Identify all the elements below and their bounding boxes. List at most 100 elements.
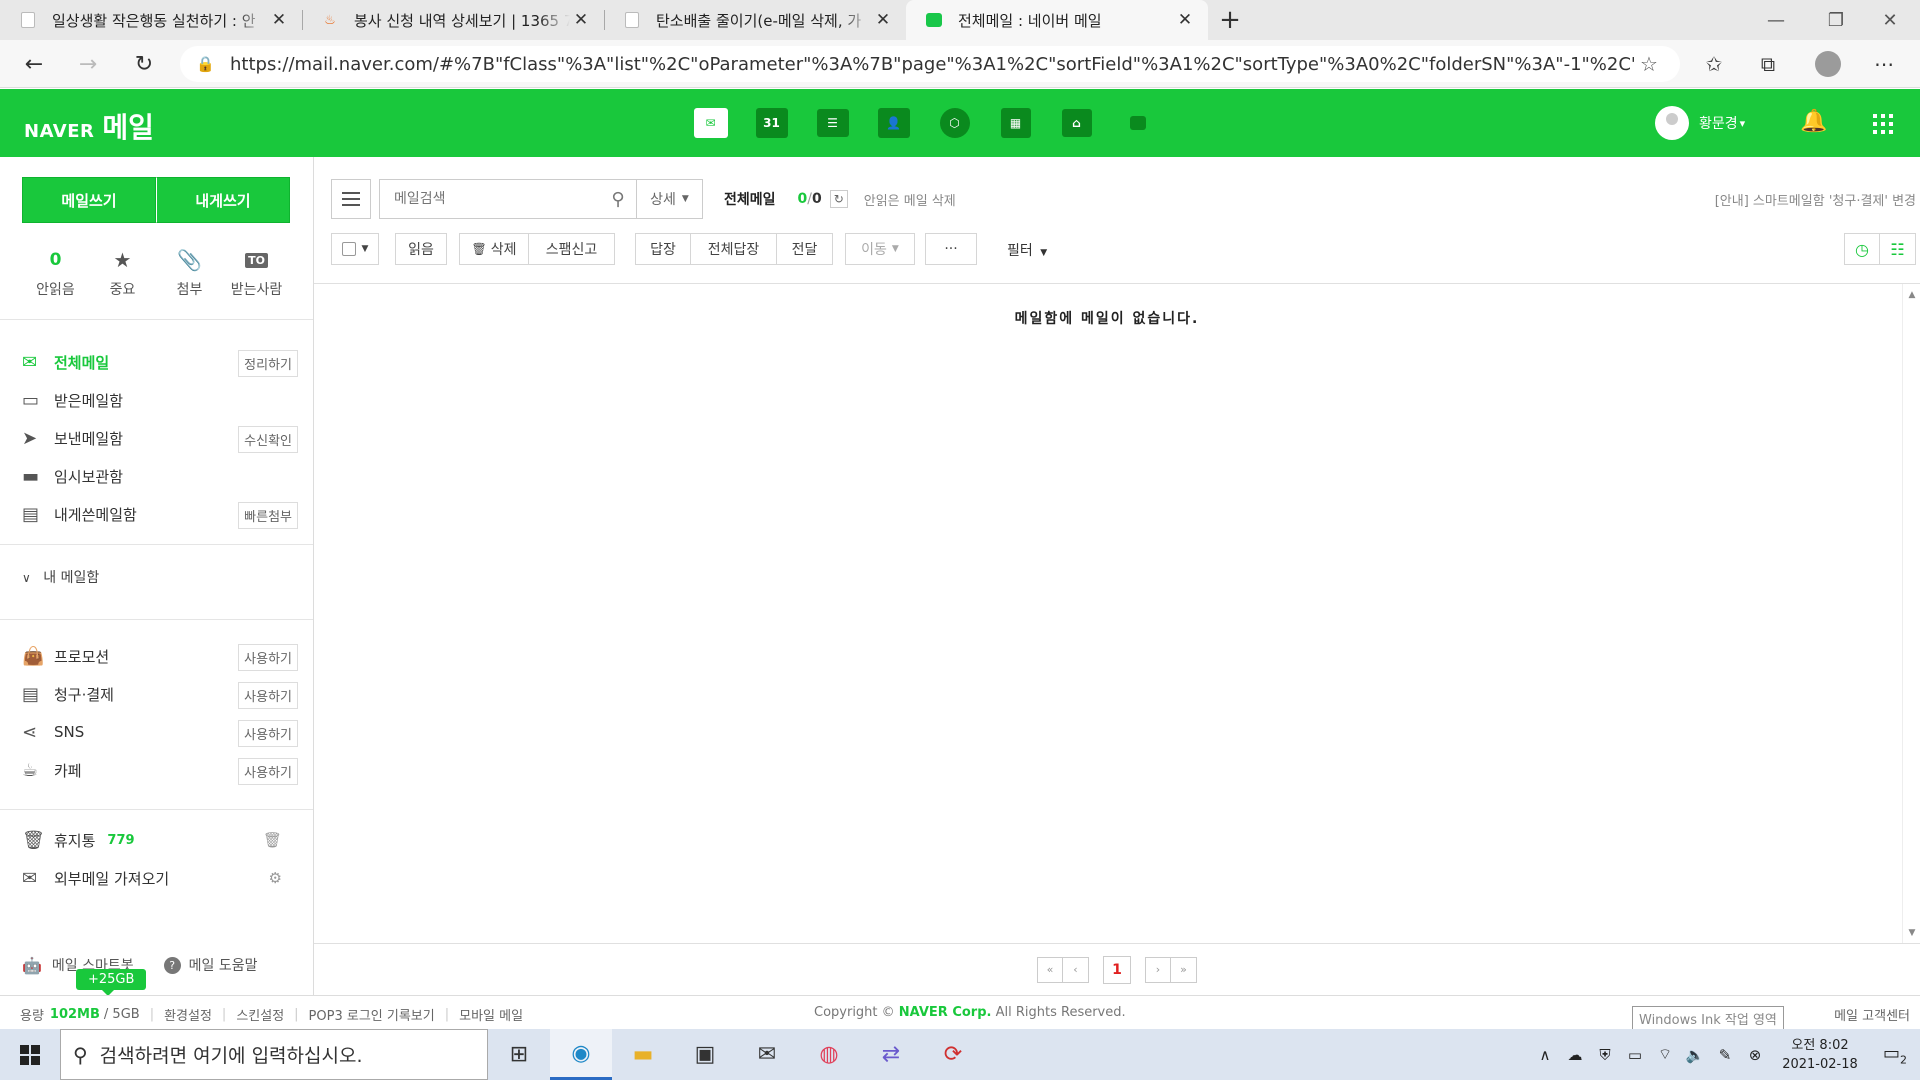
more-app-icon[interactable] xyxy=(1107,103,1168,143)
quick-important[interactable]: ★ 중요 xyxy=(89,247,156,299)
next-page-icon[interactable]: › xyxy=(1145,956,1171,983)
list-app-icon[interactable]: ☰ xyxy=(802,103,863,143)
folder-sns[interactable]: ⋖ SNS 사용하기 xyxy=(22,713,298,751)
browser-tab-4[interactable]: 전체메일 : 네이버 메일 ✕ xyxy=(906,0,1208,40)
mobile-link[interactable]: 모바일 메일 xyxy=(459,1005,523,1024)
folder-external[interactable]: ✉ 외부메일 가져오기 ⚙ xyxy=(22,859,298,897)
detail-search-button[interactable]: 상세 ▼ xyxy=(636,180,702,218)
folder-sent[interactable]: ➤ 보낸메일함 수신확인 xyxy=(22,419,298,457)
notice-link[interactable]: [안내] 스마트메일함 '청구·결제' 변경 xyxy=(1715,190,1916,209)
app-icon[interactable]: ◍ xyxy=(798,1029,860,1080)
delete-unread-link[interactable]: 안읽은 메일 삭제 xyxy=(864,190,956,209)
refresh-app-icon[interactable]: ⟳ xyxy=(922,1029,984,1080)
quick-unread[interactable]: 0 안읽음 xyxy=(22,247,89,299)
use-button[interactable]: 사용하기 xyxy=(238,682,298,709)
capacity-badge[interactable]: +25GB xyxy=(76,969,147,996)
close-icon[interactable]: ✕ xyxy=(268,10,290,30)
copyright-corp[interactable]: NAVER Corp. xyxy=(899,1005,992,1020)
mail-icon[interactable]: ✉ xyxy=(736,1029,798,1080)
folder-inbox[interactable]: ▭ 받은메일함 xyxy=(22,381,298,419)
store-icon[interactable]: ▣ xyxy=(674,1029,736,1080)
folder-cafe[interactable]: ☕ 카페 사용하기 xyxy=(22,751,298,789)
clock-icon[interactable]: ◷ xyxy=(1844,233,1880,265)
quick-recipient[interactable]: TO 받는사람 xyxy=(223,247,290,299)
minimize-icon[interactable]: — xyxy=(1746,0,1806,40)
more-actions-button[interactable]: ··· xyxy=(925,233,977,265)
favorites-icon[interactable]: ✩ xyxy=(1692,40,1736,88)
sync-app-icon[interactable]: ⇄ xyxy=(860,1029,922,1080)
user-menu[interactable]: 황문경 ▾ xyxy=(1655,106,1745,140)
works-app-icon[interactable]: ⌂ xyxy=(1046,103,1107,143)
last-page-icon[interactable]: » xyxy=(1171,956,1197,983)
use-button[interactable]: 사용하기 xyxy=(238,720,298,747)
my-mailbox-toggle[interactable]: ∨ 내 메일함 xyxy=(22,567,99,587)
filter-dropdown[interactable]: 필터 ▼ xyxy=(1007,240,1047,260)
reload-icon[interactable]: ↻ xyxy=(122,40,166,88)
folder-all-mail[interactable]: ✉ 전체메일 정리하기 xyxy=(22,343,298,381)
battery-icon[interactable]: ▭ xyxy=(1620,1046,1650,1064)
empty-trash-icon[interactable]: 🗑 xyxy=(263,831,282,849)
prev-page-icon[interactable]: ‹ xyxy=(1063,956,1089,983)
task-view-icon[interactable]: ⊞ xyxy=(488,1029,550,1080)
forward-arrow-icon[interactable]: → xyxy=(66,40,110,88)
organize-button[interactable]: 정리하기 xyxy=(238,350,298,377)
back-arrow-icon[interactable]: ← xyxy=(12,40,56,88)
folder-trash[interactable]: 🗑 휴지통 779 🗑 xyxy=(22,821,298,859)
browser-tab-3[interactable]: 탄소배출 줄이기(e-메일 삭제, 가 ✕ xyxy=(604,0,906,40)
gear-icon[interactable]: ⚙ xyxy=(269,869,282,887)
collections-icon[interactable]: ⧉ xyxy=(1746,40,1790,88)
contacts-app-icon[interactable]: 👤 xyxy=(863,103,924,143)
scroll-up-icon[interactable]: ▲ xyxy=(1903,290,1920,300)
close-icon[interactable]: ✕ xyxy=(872,10,894,30)
edge-icon[interactable]: ◉ xyxy=(550,1029,612,1080)
read-receipt-button[interactable]: 수신확인 xyxy=(238,426,298,453)
settings-link[interactable]: 환경설정 xyxy=(164,1005,212,1024)
search-input[interactable] xyxy=(380,180,600,218)
quick-attachment[interactable]: 📎 첨부 xyxy=(156,247,223,299)
memo-app-icon[interactable]: ▦ xyxy=(985,103,1046,143)
folder-self[interactable]: ▤ 내게쓴메일함 빠른첨부 xyxy=(22,495,298,533)
url-field[interactable]: 🔒 https://mail.naver.com/#%7B"fClass"%3A… xyxy=(180,46,1680,82)
notification-icon[interactable]: ▭2 xyxy=(1870,1043,1920,1067)
profile-icon[interactable] xyxy=(1806,40,1850,88)
scrollbar[interactable]: ▲ ▼ xyxy=(1902,284,1920,944)
help-link[interactable]: 메일 도움말 xyxy=(189,955,258,975)
browser-tab-1[interactable]: 일상생활 작은행동 실천하기 : 안 ✕ xyxy=(0,0,302,40)
use-button[interactable]: 사용하기 xyxy=(238,644,298,671)
calendar-app-icon[interactable]: 31 xyxy=(741,103,802,143)
page-number[interactable]: 1 xyxy=(1103,955,1131,984)
use-button[interactable]: 사용하기 xyxy=(238,758,298,785)
write-self-button[interactable]: 내게쓰기 xyxy=(156,177,290,223)
url-text[interactable]: https://mail.naver.com/#%7B"fClass"%3A"l… xyxy=(230,54,1634,75)
support-link[interactable]: 메일 고객센터 xyxy=(1834,1005,1910,1024)
box-app-icon[interactable]: ⬡ xyxy=(924,103,985,143)
file-explorer-icon[interactable]: ▬ xyxy=(612,1029,674,1080)
first-page-icon[interactable]: « xyxy=(1037,956,1063,983)
all-services-icon[interactable] xyxy=(1873,114,1893,134)
folder-promotion[interactable]: 👜 프로모션 사용하기 xyxy=(22,637,298,675)
restore-icon[interactable]: ❐ xyxy=(1806,0,1866,40)
scroll-down-icon[interactable]: ▼ xyxy=(1903,928,1920,938)
reply-button[interactable]: 답장 xyxy=(635,233,691,265)
mail-app-icon[interactable]: ✉ xyxy=(680,103,741,143)
clock[interactable]: 오전 8:02 2021-02-18 xyxy=(1770,1036,1870,1074)
pop3-link[interactable]: POP3 로그인 기록보기 xyxy=(309,1005,435,1024)
start-button[interactable] xyxy=(0,1029,60,1080)
browser-tab-2[interactable]: ♨ 봉사 신청 내역 상세보기 | 1365 7 ✕ xyxy=(302,0,604,40)
add-favorite-icon[interactable]: ☆ xyxy=(1634,52,1664,76)
cloud-icon[interactable]: ☁ xyxy=(1560,1046,1590,1064)
list-view-icon[interactable]: ☷ xyxy=(1880,233,1916,265)
wifi-icon[interactable]: ⌔ xyxy=(1650,1045,1680,1064)
security-icon[interactable]: ⛨ xyxy=(1590,1046,1620,1064)
forward-button[interactable]: 전달 xyxy=(777,233,833,265)
close-icon[interactable]: ✕ xyxy=(1174,10,1196,30)
chevron-up-icon[interactable]: ∧ xyxy=(1530,1046,1560,1064)
new-tab-button[interactable]: + xyxy=(1208,0,1252,40)
select-all-checkbox[interactable]: ▼ xyxy=(331,233,379,265)
reply-all-button[interactable]: 전체답장 xyxy=(691,233,777,265)
quick-attach-button[interactable]: 빠른첨부 xyxy=(238,502,298,529)
delete-button[interactable]: 🗑 삭제 xyxy=(459,233,529,265)
close-icon[interactable]: ✕ xyxy=(570,10,592,30)
mark-read-button[interactable]: 읽음 xyxy=(395,233,447,265)
naver-mail-logo[interactable]: NAVER 메일 xyxy=(24,106,154,146)
